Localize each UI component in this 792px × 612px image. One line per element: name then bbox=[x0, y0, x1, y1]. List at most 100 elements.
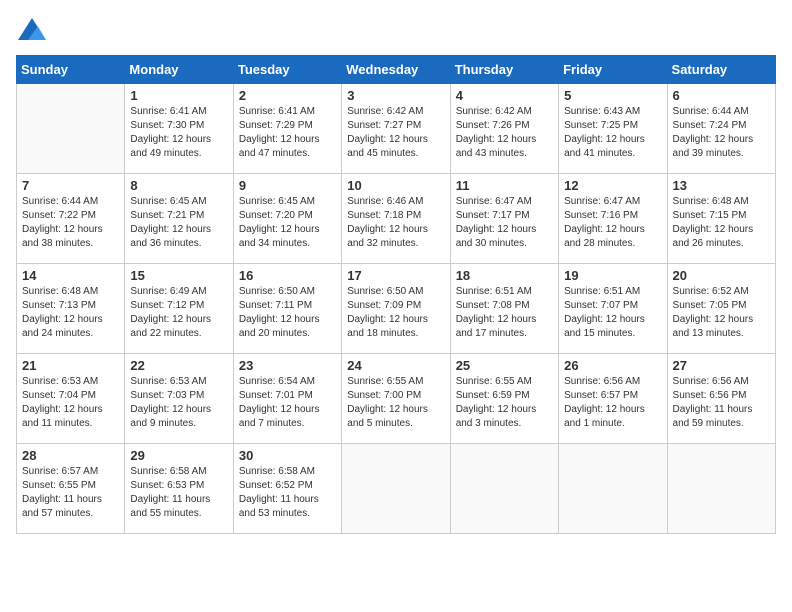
calendar-cell: 8 Sunrise: 6:45 AM Sunset: 7:21 PM Daylig… bbox=[125, 173, 233, 263]
calendar-cell: 2 Sunrise: 6:41 AM Sunset: 7:29 PM Daylig… bbox=[233, 83, 341, 173]
day-info: Sunrise: 6:46 AM Sunset: 7:18 PM Dayligh… bbox=[347, 195, 444, 251]
weekday-header: Friday bbox=[559, 55, 667, 83]
weekday-header: Saturday bbox=[667, 55, 775, 83]
day-info: Sunrise: 6:48 AM Sunset: 7:15 PM Dayligh… bbox=[673, 195, 770, 251]
page-header bbox=[16, 16, 776, 43]
calendar-week-row: 21 Sunrise: 6:53 AM Sunset: 7:04 PM Dayli… bbox=[17, 353, 776, 443]
calendar-cell: 7 Sunrise: 6:44 AM Sunset: 7:22 PM Daylig… bbox=[17, 173, 125, 263]
day-number: 1 bbox=[130, 88, 227, 103]
calendar-cell: 30 Sunrise: 6:58 AM Sunset: 6:52 PM Dayli… bbox=[233, 443, 341, 533]
calendar-cell: 14Sunrise: 6:48 AM Sunset: 7:13 PM Dayli… bbox=[17, 263, 125, 353]
day-info: Sunrise: 6:43 AM Sunset: 7:25 PM Dayligh… bbox=[564, 105, 661, 161]
day-info: Sunrise: 6:53 AM Sunset: 7:03 PM Dayligh… bbox=[130, 375, 227, 431]
day-info: Sunrise: 6:56 AM Sunset: 6:56 PM Dayligh… bbox=[673, 375, 770, 431]
day-info: Sunrise: 6:41 AM Sunset: 7:29 PM Dayligh… bbox=[239, 105, 336, 161]
day-number: 22 bbox=[130, 358, 227, 373]
day-number: 5 bbox=[564, 88, 661, 103]
day-number: 13 bbox=[673, 178, 770, 193]
day-number: 27 bbox=[673, 358, 770, 373]
day-info: Sunrise: 6:48 AM Sunset: 7:13 PM Dayligh… bbox=[22, 285, 119, 341]
day-info: Sunrise: 6:47 AM Sunset: 7:16 PM Dayligh… bbox=[564, 195, 661, 251]
day-info: Sunrise: 6:50 AM Sunset: 7:11 PM Dayligh… bbox=[239, 285, 336, 341]
day-number: 3 bbox=[347, 88, 444, 103]
calendar-cell: 16 Sunrise: 6:50 AM Sunset: 7:11 PM Dayli… bbox=[233, 263, 341, 353]
calendar-cell: 17 Sunrise: 6:50 AM Sunset: 7:09 PM Dayli… bbox=[342, 263, 450, 353]
calendar-cell: 24 Sunrise: 6:55 AM Sunset: 7:00 PM Dayli… bbox=[342, 353, 450, 443]
day-info: Sunrise: 6:50 AM Sunset: 7:09 PM Dayligh… bbox=[347, 285, 444, 341]
calendar-cell: 10 Sunrise: 6:46 AM Sunset: 7:18 PM Dayli… bbox=[342, 173, 450, 263]
day-number: 8 bbox=[130, 178, 227, 193]
day-info: Sunrise: 6:56 AM Sunset: 6:57 PM Dayligh… bbox=[564, 375, 661, 431]
day-info: Sunrise: 6:54 AM Sunset: 7:01 PM Dayligh… bbox=[239, 375, 336, 431]
day-info: Sunrise: 6:45 AM Sunset: 7:21 PM Dayligh… bbox=[130, 195, 227, 251]
day-number: 4 bbox=[456, 88, 553, 103]
day-info: Sunrise: 6:58 AM Sunset: 6:52 PM Dayligh… bbox=[239, 465, 336, 521]
day-info: Sunrise: 6:42 AM Sunset: 7:27 PM Dayligh… bbox=[347, 105, 444, 161]
day-number: 24 bbox=[347, 358, 444, 373]
day-info: Sunrise: 6:51 AM Sunset: 7:08 PM Dayligh… bbox=[456, 285, 553, 341]
calendar-cell bbox=[559, 443, 667, 533]
calendar-week-row: 1 Sunrise: 6:41 AM Sunset: 7:30 PM Daylig… bbox=[17, 83, 776, 173]
weekday-header: Wednesday bbox=[342, 55, 450, 83]
calendar-cell: 21 Sunrise: 6:53 AM Sunset: 7:04 PM Dayli… bbox=[17, 353, 125, 443]
day-number: 15 bbox=[130, 268, 227, 283]
logo-text bbox=[16, 16, 46, 43]
calendar-cell: 11Sunrise: 6:47 AM Sunset: 7:17 PM Dayli… bbox=[450, 173, 558, 263]
day-number: 7 bbox=[22, 178, 119, 193]
day-number: 30 bbox=[239, 448, 336, 463]
calendar-cell: 5 Sunrise: 6:43 AM Sunset: 7:25 PM Daylig… bbox=[559, 83, 667, 173]
day-number: 11 bbox=[456, 178, 553, 193]
calendar-cell: 26 Sunrise: 6:56 AM Sunset: 6:57 PM Dayli… bbox=[559, 353, 667, 443]
calendar-cell bbox=[17, 83, 125, 173]
day-info: Sunrise: 6:55 AM Sunset: 6:59 PM Dayligh… bbox=[456, 375, 553, 431]
calendar-cell bbox=[342, 443, 450, 533]
calendar-cell: 18 Sunrise: 6:51 AM Sunset: 7:08 PM Dayli… bbox=[450, 263, 558, 353]
weekday-header: Thursday bbox=[450, 55, 558, 83]
calendar-cell: 9 Sunrise: 6:45 AM Sunset: 7:20 PM Daylig… bbox=[233, 173, 341, 263]
day-info: Sunrise: 6:41 AM Sunset: 7:30 PM Dayligh… bbox=[130, 105, 227, 161]
calendar-week-row: 14Sunrise: 6:48 AM Sunset: 7:13 PM Dayli… bbox=[17, 263, 776, 353]
day-info: Sunrise: 6:44 AM Sunset: 7:22 PM Dayligh… bbox=[22, 195, 119, 251]
day-number: 17 bbox=[347, 268, 444, 283]
day-info: Sunrise: 6:55 AM Sunset: 7:00 PM Dayligh… bbox=[347, 375, 444, 431]
calendar-cell: 12Sunrise: 6:47 AM Sunset: 7:16 PM Dayli… bbox=[559, 173, 667, 263]
calendar-cell bbox=[450, 443, 558, 533]
day-number: 6 bbox=[673, 88, 770, 103]
calendar-cell: 28 Sunrise: 6:57 AM Sunset: 6:55 PM Dayli… bbox=[17, 443, 125, 533]
day-info: Sunrise: 6:42 AM Sunset: 7:26 PM Dayligh… bbox=[456, 105, 553, 161]
day-info: Sunrise: 6:49 AM Sunset: 7:12 PM Dayligh… bbox=[130, 285, 227, 341]
calendar-cell bbox=[667, 443, 775, 533]
weekday-header: Sunday bbox=[17, 55, 125, 83]
day-number: 16 bbox=[239, 268, 336, 283]
day-number: 10 bbox=[347, 178, 444, 193]
calendar-cell: 19Sunrise: 6:51 AM Sunset: 7:07 PM Dayli… bbox=[559, 263, 667, 353]
calendar-cell: 15 Sunrise: 6:49 AM Sunset: 7:12 PM Dayli… bbox=[125, 263, 233, 353]
day-number: 26 bbox=[564, 358, 661, 373]
day-number: 18 bbox=[456, 268, 553, 283]
calendar-week-row: 28 Sunrise: 6:57 AM Sunset: 6:55 PM Dayli… bbox=[17, 443, 776, 533]
logo bbox=[16, 16, 46, 43]
day-number: 20 bbox=[673, 268, 770, 283]
calendar-cell: 3 Sunrise: 6:42 AM Sunset: 7:27 PM Daylig… bbox=[342, 83, 450, 173]
calendar-cell: 25Sunrise: 6:55 AM Sunset: 6:59 PM Dayli… bbox=[450, 353, 558, 443]
day-number: 21 bbox=[22, 358, 119, 373]
logo-icon bbox=[18, 18, 46, 40]
day-number: 23 bbox=[239, 358, 336, 373]
calendar-week-row: 7 Sunrise: 6:44 AM Sunset: 7:22 PM Daylig… bbox=[17, 173, 776, 263]
calendar-cell: 13 Sunrise: 6:48 AM Sunset: 7:15 PM Dayli… bbox=[667, 173, 775, 263]
day-number: 9 bbox=[239, 178, 336, 193]
calendar-cell: 4 Sunrise: 6:42 AM Sunset: 7:26 PM Daylig… bbox=[450, 83, 558, 173]
day-info: Sunrise: 6:52 AM Sunset: 7:05 PM Dayligh… bbox=[673, 285, 770, 341]
day-info: Sunrise: 6:44 AM Sunset: 7:24 PM Dayligh… bbox=[673, 105, 770, 161]
day-number: 2 bbox=[239, 88, 336, 103]
day-info: Sunrise: 6:45 AM Sunset: 7:20 PM Dayligh… bbox=[239, 195, 336, 251]
day-info: Sunrise: 6:53 AM Sunset: 7:04 PM Dayligh… bbox=[22, 375, 119, 431]
day-info: Sunrise: 6:58 AM Sunset: 6:53 PM Dayligh… bbox=[130, 465, 227, 521]
day-number: 28 bbox=[22, 448, 119, 463]
calendar-cell: 22 Sunrise: 6:53 AM Sunset: 7:03 PM Dayli… bbox=[125, 353, 233, 443]
day-number: 29 bbox=[130, 448, 227, 463]
weekday-header: Tuesday bbox=[233, 55, 341, 83]
calendar-cell: 6 Sunrise: 6:44 AM Sunset: 7:24 PM Daylig… bbox=[667, 83, 775, 173]
calendar-cell: 20 Sunrise: 6:52 AM Sunset: 7:05 PM Dayli… bbox=[667, 263, 775, 353]
day-info: Sunrise: 6:57 AM Sunset: 6:55 PM Dayligh… bbox=[22, 465, 119, 521]
